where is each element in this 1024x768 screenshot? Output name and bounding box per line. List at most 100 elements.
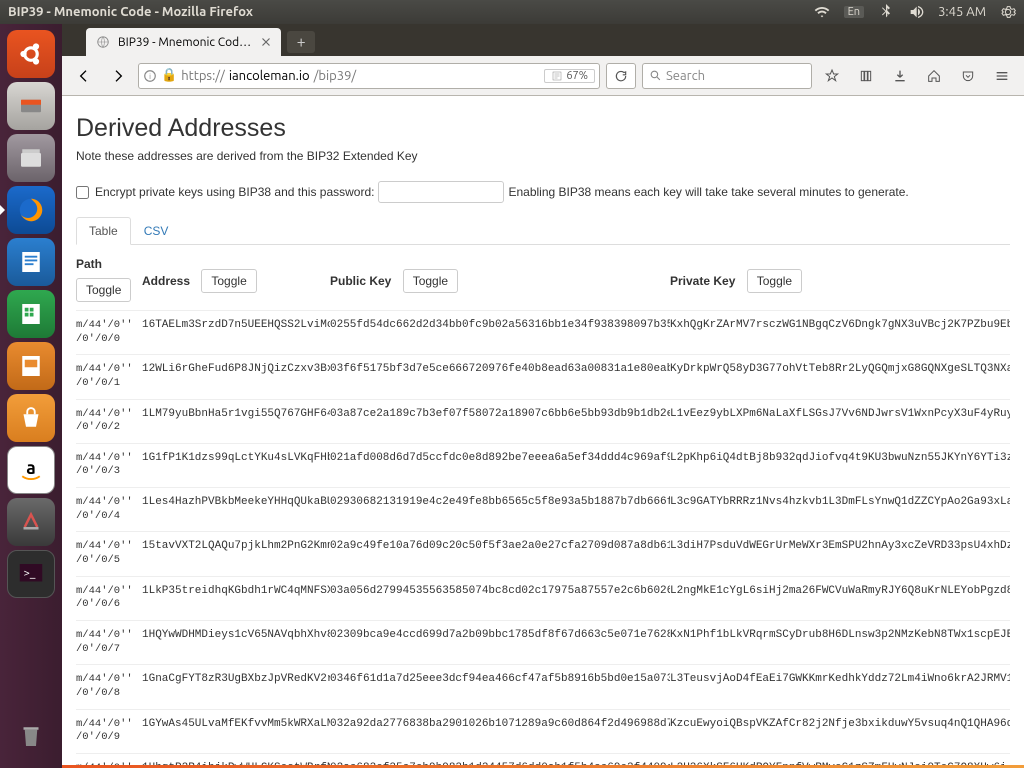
cell-pubkey: 02930682131919e4c2e49fe8bb6565c5f8e93a5b… (330, 496, 670, 508)
pocket-button[interactable] (954, 62, 982, 90)
window-title: BIP39 - Mnemonic Code - Mozilla Firefox (8, 5, 253, 19)
table-row: m/44'/0''/0'/0/41Les4HazhPVBkbMeekeYHHqQ… (76, 487, 1010, 531)
cell-privkey: KzcuEwyoiQBspVKZAfCr82j2Nfje3bxikduwY5vs… (670, 718, 1010, 730)
forward-button[interactable] (104, 62, 132, 90)
cell-pubkey: 03f6f5175bf3d7e5ce666720976fe40b8ead63a0… (330, 363, 670, 375)
address-table: Path Toggle Address Toggle Public Key To… (76, 253, 1010, 768)
library-button[interactable] (852, 62, 880, 90)
disk-utility-icon[interactable] (7, 82, 55, 130)
url-protocol: https:// (181, 69, 225, 83)
svg-text:a: a (26, 459, 36, 478)
volume-icon[interactable] (908, 4, 924, 20)
nav-toolbar: i 🔒 https:// iancoleman.io/bip39/ 67% Sea… (62, 56, 1024, 96)
clock[interactable]: 3:45 AM (938, 5, 986, 19)
close-icon[interactable] (259, 35, 273, 49)
cell-address: 15tavVXT2LQAQu7pjkLhm2PnG2KmntPs77 (142, 540, 330, 552)
toggle-pubkey-button[interactable]: Toggle (403, 269, 458, 293)
svg-text:i: i (149, 72, 151, 80)
cell-privkey: L3c9GATYbRRRz1Nvs4hzkvb1L3DmFLsYnwQ1dZZC… (670, 496, 1010, 508)
tab-title: BIP39 - Mnemonic Cod… (118, 36, 251, 49)
cell-address: 1LkP35treidhqKGbdh1rWC4qMNFSX4ptFA (142, 585, 330, 597)
dash-icon[interactable] (7, 30, 55, 78)
cell-path: m/44'/0''/0'/0/4 (76, 496, 142, 523)
table-row: m/44'/0''/0'/0/71HQYwWDHMDieys1cV65NAVqb… (76, 620, 1010, 664)
cell-privkey: L1vEez9ybLXPm6NaLaXfLSGsJ7Vv6NDJwrsV1Wxn… (670, 408, 1010, 420)
cell-address: 1GYwAs45ULvaMfEKfvvMm5kWRXaLMQ4Rc7 (142, 718, 330, 730)
trash-icon[interactable] (7, 712, 55, 760)
cell-address: 12WLi6rGheFud6P8JNjQizCzxv3BxUPD69 (142, 363, 330, 375)
info-icon[interactable]: i (143, 69, 157, 83)
writer-icon[interactable] (7, 238, 55, 286)
url-host: iancoleman.io (229, 69, 310, 83)
wifi-icon[interactable] (814, 4, 830, 20)
cell-address: 1HQYwWDHMDieys1cV65NAVqbhXhv82qaXR (142, 629, 330, 641)
amazon-icon[interactable]: a (7, 446, 55, 494)
header-privkey: Private Key (670, 274, 735, 288)
tab-strip: BIP39 - Mnemonic Cod… + (62, 24, 1024, 56)
cell-pubkey: 0255fd54dc662d2d34bb0fc9b02a56316bb1e34f… (330, 319, 670, 331)
impress-icon[interactable] (7, 342, 55, 390)
software-center-icon[interactable] (7, 394, 55, 442)
system-tray: En 3:45 AM (814, 4, 1016, 20)
download-button[interactable] (886, 62, 914, 90)
cell-address: 16TAELm3SrzdD7n5UEEHQSS2LviMcKaTi1 (142, 319, 330, 331)
table-row: m/44'/0''/0'/0/21LM79yuBbnHa5r1vgi55Q767… (76, 399, 1010, 443)
table-row: m/44'/0''/0'/0/61LkP35treidhqKGbdh1rWC4q… (76, 576, 1010, 620)
language-indicator[interactable]: En (844, 6, 864, 18)
table-row: m/44'/0''/0'/0/515tavVXT2LQAQu7pjkLhm2Pn… (76, 531, 1010, 575)
bip38-label-pre: Encrypt private keys using BIP38 and thi… (95, 185, 374, 199)
new-tab-button[interactable]: + (287, 31, 315, 53)
toggle-privkey-button[interactable]: Toggle (747, 269, 802, 293)
tab-table[interactable]: Table (76, 217, 131, 245)
cell-path: m/44'/0''/0'/0/8 (76, 673, 142, 700)
browser-tab[interactable]: BIP39 - Mnemonic Cod… (86, 28, 281, 56)
bip38-checkbox[interactable] (76, 186, 89, 199)
cell-path: m/44'/0''/0'/0/7 (76, 629, 142, 656)
back-button[interactable] (70, 62, 98, 90)
cell-privkey: KxhQgKrZArMV7rsczWG1NBgqCzV6Dngk7gNX3uVB… (670, 319, 1010, 331)
cell-pubkey: 021afd008d6d7d5ccfdc0e8d892be7eeea6a5ef3… (330, 452, 670, 464)
page-title: Derived Addresses (76, 114, 1010, 143)
cell-privkey: KyDrkpWrQ58yD3G77ohVtTeb8Rr2LyQGQmjxG8GQ… (670, 363, 1010, 375)
reload-button[interactable] (606, 63, 636, 89)
table-row: m/44'/0''/0'/0/91GYwAs45ULvaMfEKfvvMm5kW… (76, 709, 1010, 753)
cell-pubkey: 02a9c49fe10a76d09c20c50f5f3ae2a0e27cfa27… (330, 540, 670, 552)
settings-icon[interactable] (7, 498, 55, 546)
header-pubkey: Public Key (330, 274, 391, 288)
calc-icon[interactable] (7, 290, 55, 338)
cell-pubkey: 032a92da2776838ba2901026b1071289a9c60d86… (330, 718, 670, 730)
home-button[interactable] (920, 62, 948, 90)
cell-path: m/44'/0''/0'/0/6 (76, 585, 142, 612)
bookmark-button[interactable] (818, 62, 846, 90)
table-row: m/44'/0''/0'/0/016TAELm3SrzdD7n5UEEHQSS2… (76, 310, 1010, 354)
menu-button[interactable] (988, 62, 1016, 90)
cell-address: 1G1fP1K1dzs99qLctYKu4sLVKqFHbf5vLP (142, 452, 330, 464)
toggle-path-button[interactable]: Toggle (76, 278, 131, 302)
lock-icon: 🔒 (161, 68, 177, 83)
header-address: Address (142, 274, 190, 288)
url-bar[interactable]: i 🔒 https:// iancoleman.io/bip39/ 67% (138, 63, 600, 89)
search-bar[interactable]: Search (642, 63, 812, 89)
unity-launcher: a >_ (0, 24, 62, 768)
header-path: Path (76, 257, 142, 271)
cell-privkey: L2pKhp6iQ4dtBj8b932qdJiofvq4t9KU3bwuNzn5… (670, 452, 1010, 464)
tab-csv[interactable]: CSV (131, 217, 182, 245)
cell-pubkey: 03a87ce2a189c7b3ef07f58072a18907c6bb6e5b… (330, 408, 670, 420)
gear-icon[interactable] (1000, 4, 1016, 20)
url-path: /bip39/ (314, 69, 357, 83)
bluetooth-icon[interactable] (878, 4, 894, 20)
cell-privkey: L3TeusvjAoD4fEaEi7GWKKmrKedhkYddz72Lm4iW… (670, 673, 1010, 685)
tabs-nav: Table CSV (76, 217, 1010, 245)
cell-pubkey: 02309bca9e4ccd699d7a2b09bbc1785df8f67d66… (330, 629, 670, 641)
files-icon[interactable] (7, 134, 55, 182)
bip38-password-input[interactable] (378, 181, 504, 203)
zoom-indicator[interactable]: 67% (544, 69, 595, 83)
search-icon (649, 69, 662, 82)
terminal-icon[interactable]: >_ (7, 550, 55, 598)
table-header: Path Toggle Address Toggle Public Key To… (76, 253, 1010, 310)
globe-icon (96, 35, 110, 49)
table-row: m/44'/0''/0'/0/31G1fP1K1dzs99qLctYKu4sLV… (76, 443, 1010, 487)
firefox-icon[interactable] (7, 186, 55, 234)
cell-path: m/44'/0''/0'/0/1 (76, 363, 142, 390)
toggle-address-button[interactable]: Toggle (201, 269, 256, 293)
